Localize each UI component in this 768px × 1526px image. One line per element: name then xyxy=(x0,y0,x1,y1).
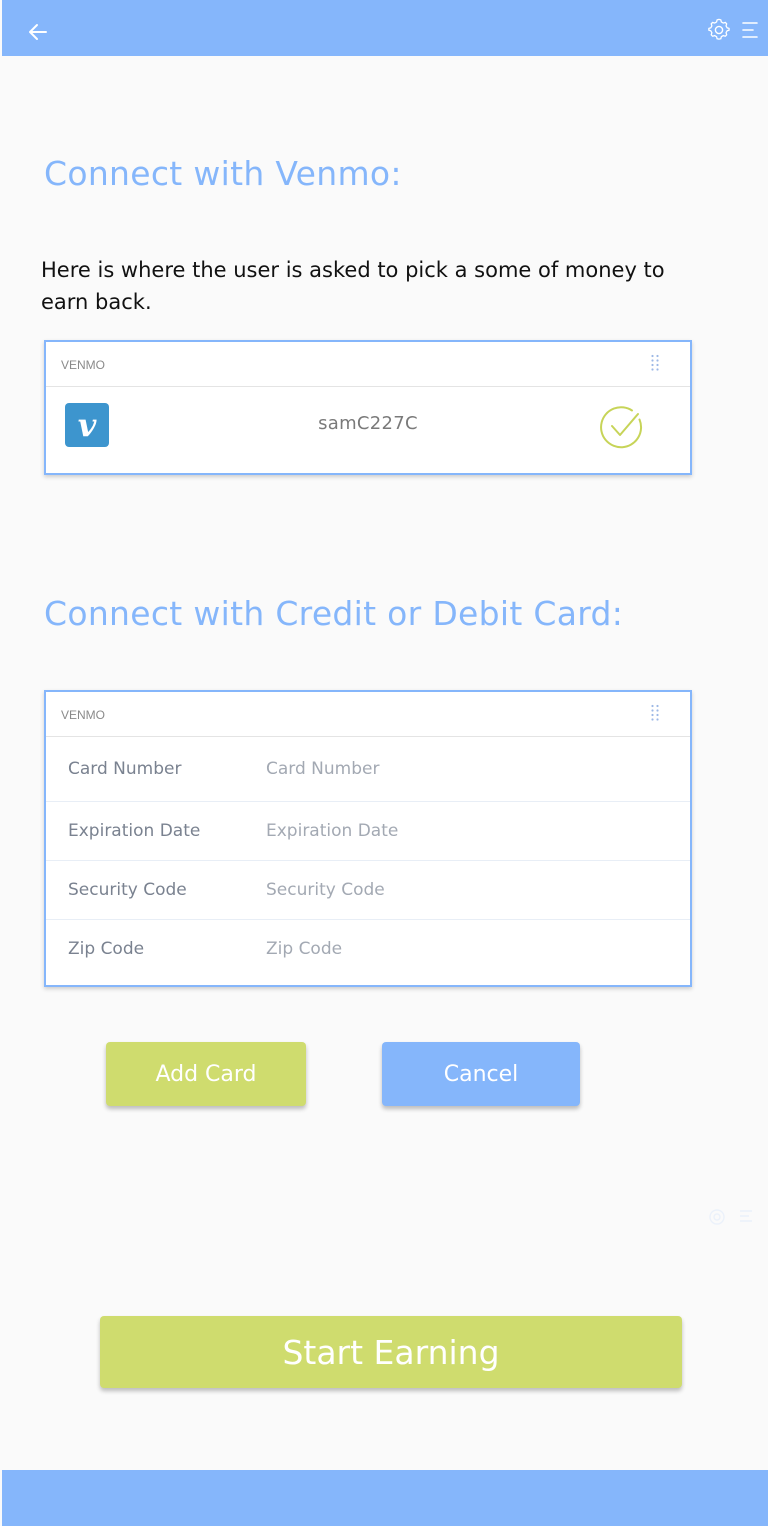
expiration-date-label: Expiration Date xyxy=(68,821,201,841)
cancel-button[interactable]: Cancel xyxy=(382,1042,580,1106)
menu-icon xyxy=(738,1208,754,1224)
venmo-section-title: Connect with Venmo: xyxy=(44,154,402,193)
venmo-panel-header: VENMO xyxy=(46,342,690,387)
security-code-label: Security Code xyxy=(68,880,187,900)
card-number-input[interactable] xyxy=(266,754,626,784)
add-card-button[interactable]: Add Card xyxy=(106,1042,306,1106)
venmo-panel: VENMO v samC227C xyxy=(44,340,692,475)
venmo-username: samC227C xyxy=(318,413,418,434)
menu-icon[interactable] xyxy=(740,20,760,40)
zip-code-input[interactable] xyxy=(266,934,626,964)
card-panel-label: VENMO xyxy=(61,708,106,722)
drag-handle-icon[interactable] xyxy=(650,704,660,722)
venmo-panel-label: VENMO xyxy=(61,358,106,372)
zip-code-label: Zip Code xyxy=(68,939,145,959)
card-number-row: Card Number xyxy=(46,737,690,802)
venmo-account-row[interactable]: v samC227C xyxy=(46,387,690,475)
expiration-date-row: Expiration Date xyxy=(46,802,690,861)
zip-code-row: Zip Code xyxy=(46,920,690,978)
top-bar xyxy=(2,0,768,56)
venmo-description: Here is where the user is asked to pick … xyxy=(41,258,665,314)
card-panel: VENMO Card Number Expiration Date xyxy=(44,690,692,987)
card-section-title: Connect with Credit or Debit Card: xyxy=(44,594,624,633)
checkmark-circle-icon xyxy=(599,404,645,450)
drag-handle-icon[interactable] xyxy=(650,354,660,372)
arrow-left-icon[interactable] xyxy=(24,18,52,46)
security-code-row: Security Code xyxy=(46,861,690,920)
page: Connect with Venmo: Here is where the us… xyxy=(0,0,768,1526)
expiration-date-input[interactable] xyxy=(266,816,626,846)
gear-icon[interactable] xyxy=(707,18,731,42)
start-earning-button[interactable]: Start Earning xyxy=(100,1316,682,1388)
bottom-bar xyxy=(2,1470,768,1526)
security-code-input[interactable] xyxy=(266,875,626,905)
gear-icon xyxy=(707,1207,727,1227)
card-number-label: Card Number xyxy=(68,759,182,779)
card-panel-header: VENMO xyxy=(46,692,690,737)
